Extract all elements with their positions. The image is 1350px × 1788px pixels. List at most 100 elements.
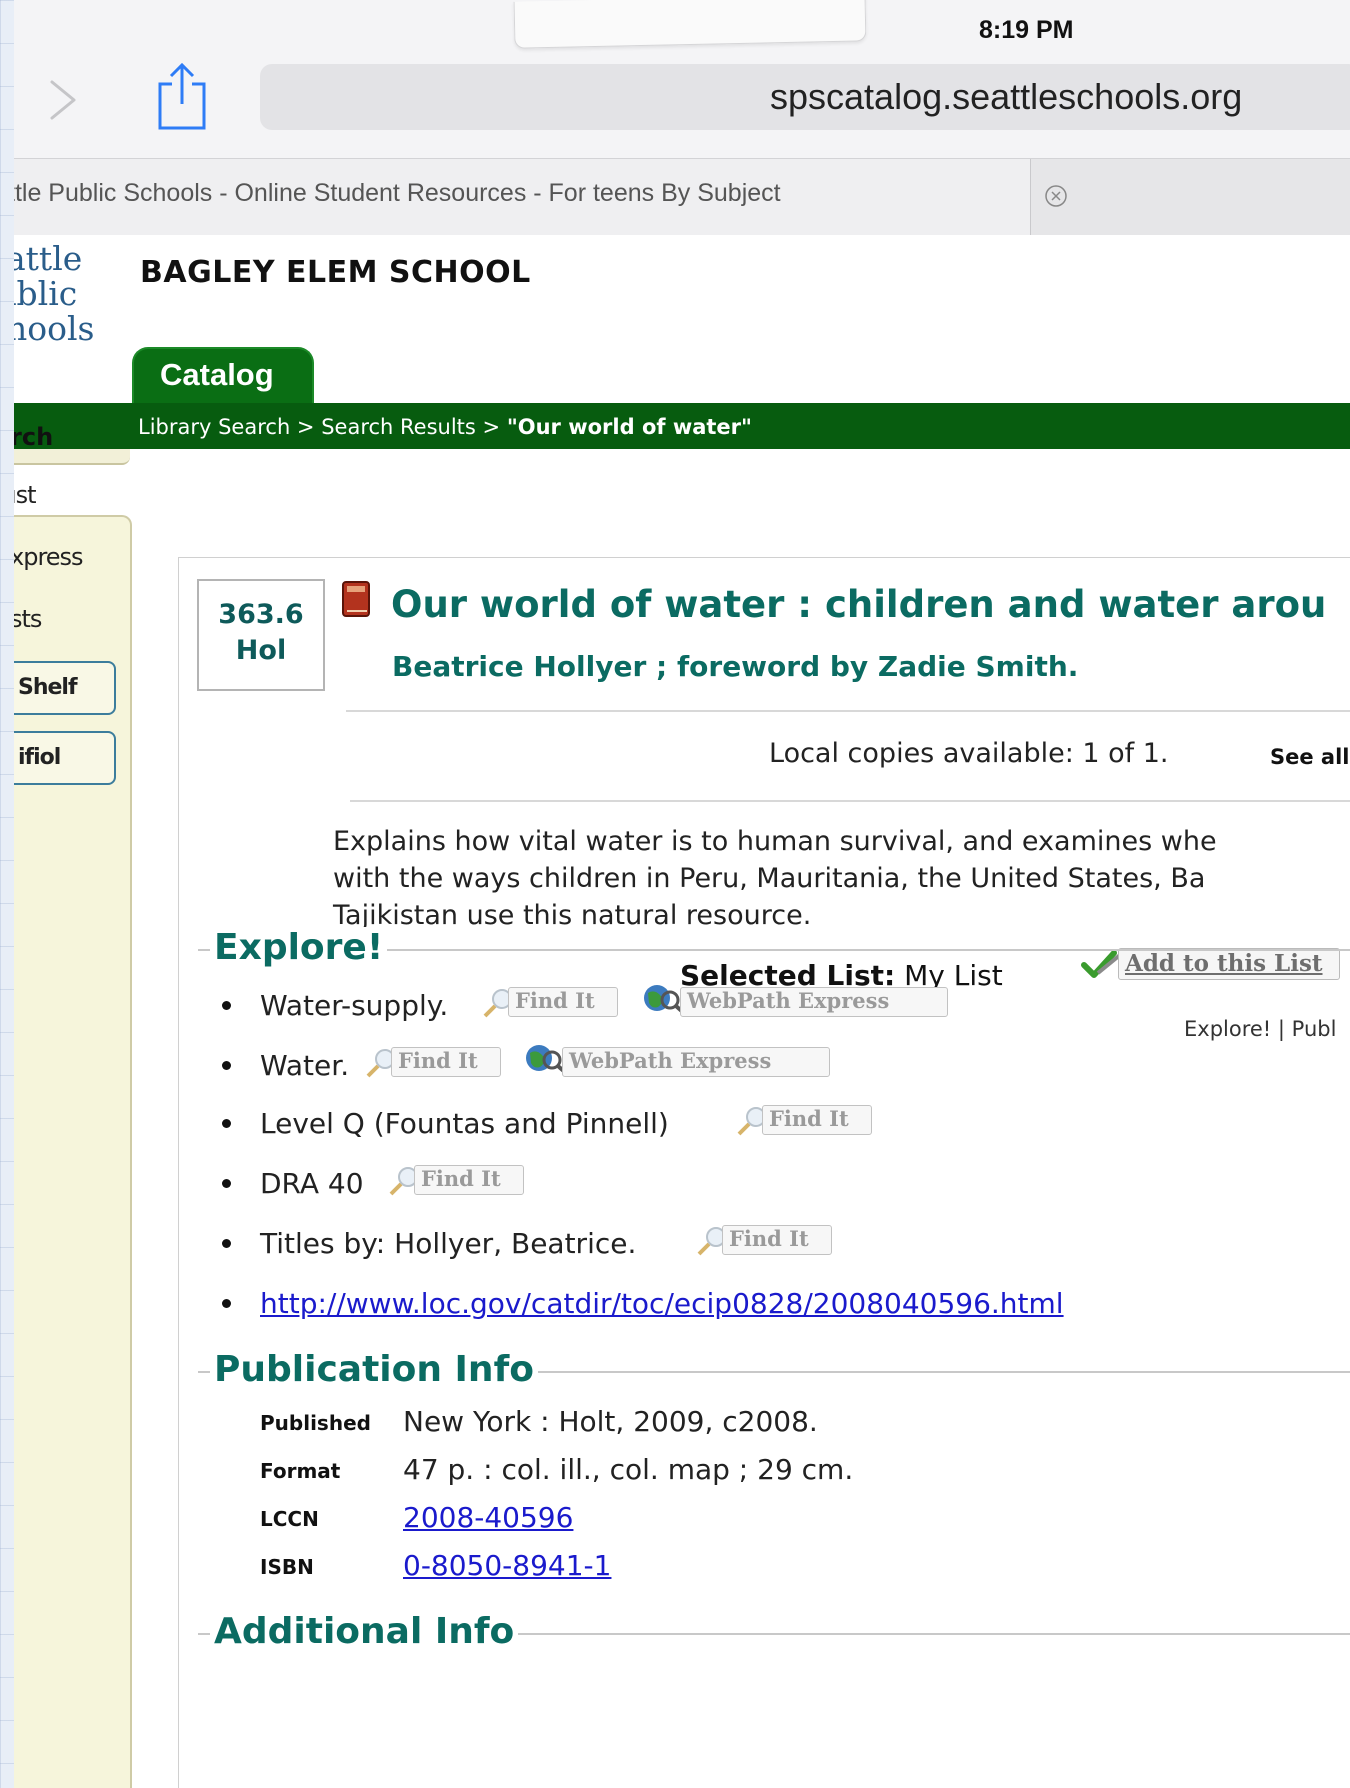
- sidebar-tab-edge: [14, 449, 130, 465]
- pub-label: LCCN: [260, 1507, 319, 1531]
- tab-catalog-label: Catalog: [160, 357, 274, 392]
- publication-section-heading: Publication Info: [198, 1349, 1350, 1390]
- district-logo[interactable]: attle ıblic hools: [14, 241, 106, 346]
- url-text: spscatalog.seattleschools.org: [770, 76, 1243, 117]
- divider: [350, 800, 1350, 802]
- pub-value: New York : Holt, 2009, c2008.: [403, 1405, 818, 1438]
- close-tab-icon[interactable]: [1041, 181, 1071, 211]
- copies-available: Local copies available: 1 of 1.: [769, 738, 1169, 769]
- webpath-label-box: WebPath Express: [562, 1047, 830, 1077]
- sidebar-item-list[interactable]: ıst: [14, 481, 37, 509]
- toc-link[interactable]: http://www.loc.gov/catdir/toc/ecip0828/2…: [260, 1287, 1064, 1320]
- additional-section-heading: Additional Info: [198, 1611, 1350, 1652]
- breadcrumb-search-results[interactable]: Search Results: [321, 415, 476, 439]
- find-it-label-box: Find It: [391, 1047, 501, 1077]
- pub-row-isbn: ISBN 0-8050-8941-1: [260, 1549, 1160, 1585]
- section-title: Publication Info: [210, 1349, 538, 1390]
- pub-label: Format: [260, 1459, 341, 1483]
- breadcrumb: Library Search > Search Results > "Our w…: [138, 415, 752, 439]
- logo-line: ıblic: [14, 274, 78, 313]
- summary-line: with the ways children in Peru, Mauritan…: [333, 863, 1206, 894]
- bullet: [222, 1119, 231, 1128]
- pub-label: ISBN: [260, 1555, 314, 1579]
- breadcrumb-library-search[interactable]: Library Search: [138, 415, 290, 439]
- list-item: Level Q (Fountas and Pinnell) Find It: [222, 1103, 922, 1147]
- sidebar-button-label: ifiol: [18, 745, 61, 770]
- tablet-screen: 8:19 PM spscatalog.seattleschools.org tt…: [14, 0, 1350, 1788]
- subject-text: Water.: [260, 1049, 350, 1082]
- page-content: attle ıblic hools BAGLEY ELEM SCHOOL Cat…: [14, 235, 1350, 1788]
- breadcrumb-separator: >: [475, 415, 507, 439]
- find-it-label: Find It: [769, 1106, 849, 1131]
- pub-label: Published: [260, 1411, 371, 1435]
- record-title[interactable]: Our world of water : children and water …: [391, 583, 1326, 626]
- browser-tab[interactable]: ttle Public Schools - Online Student Res…: [14, 159, 1031, 235]
- webpath-label: WebPath Express: [569, 1048, 772, 1073]
- school-name: BAGLEY ELEM SCHOOL: [140, 255, 531, 290]
- summary-line: Explains how vital water is to human sur…: [333, 826, 1217, 857]
- record-summary: Explains how vital water is to human sur…: [333, 823, 1350, 934]
- find-it-label: Find It: [398, 1048, 478, 1073]
- subject-text: DRA 40: [260, 1167, 364, 1200]
- isbn-link[interactable]: 0-8050-8941-1: [403, 1549, 611, 1582]
- bullet: [222, 1179, 231, 1188]
- call-number-box: 363.6 Hol: [197, 579, 325, 691]
- subject-text: Water-supply.: [260, 989, 449, 1022]
- bullet: [222, 1299, 231, 1308]
- record-author: Beatrice Hollyer ; foreword by Zadie Smi…: [392, 650, 1079, 683]
- jump-links[interactable]: Explore! | Publ: [1184, 1017, 1336, 1041]
- share-icon[interactable]: [152, 60, 212, 132]
- find-it-label-box: Find It: [414, 1165, 524, 1195]
- logo-line: hools: [14, 309, 95, 348]
- logo-line: attle: [14, 239, 83, 278]
- pub-row-published: Published New York : Holt, 2009, c2008.: [260, 1405, 1160, 1441]
- sidebar-item-webpath-express[interactable]: xpress: [14, 543, 84, 571]
- list-item: http://www.loc.gov/catdir/toc/ecip0828/2…: [222, 1283, 1222, 1327]
- list-item: Water. Find It WebPath Express: [222, 1045, 830, 1089]
- tab-title: ttle Public Schools - Online Student Res…: [14, 179, 781, 207]
- find-it-label-box: Find It: [722, 1225, 832, 1255]
- find-it-label: Find It: [729, 1226, 809, 1251]
- find-it-label: Find It: [515, 988, 595, 1013]
- address-bar[interactable]: spscatalog.seattleschools.org: [260, 64, 1350, 130]
- forward-icon[interactable]: [44, 80, 84, 120]
- list-item: Water-supply. Find It WebPath Express: [222, 985, 948, 1029]
- see-all-link[interactable]: See all: [1270, 745, 1350, 769]
- tab-bar: ttle Public Schools - Online Student Res…: [14, 158, 1350, 237]
- pub-row-format: Format 47 p. : col. ill., col. map ; 29 …: [260, 1453, 1160, 1489]
- list-item: Titles by: Hollyer, Beatrice. Find It: [222, 1223, 922, 1267]
- sidebar-button-portfolio[interactable]: ifiol: [14, 731, 116, 785]
- pub-row-lccn: LCCN 2008-40596: [260, 1501, 1160, 1537]
- sidebar-button-label: Shelf: [18, 675, 78, 700]
- find-it-label-box: Find It: [762, 1105, 872, 1135]
- sidebar-button-shelf[interactable]: Shelf: [14, 661, 116, 715]
- sidebar-item-search[interactable]: rch: [14, 423, 53, 451]
- explore-section-heading: Explore!: [198, 927, 1350, 968]
- breadcrumb-bar: Library Search > Search Results > "Our w…: [14, 403, 1350, 449]
- subject-text: Titles by: Hollyer, Beatrice.: [260, 1227, 637, 1260]
- pub-value: 47 p. : col. ill., col. map ; 29 cm.: [403, 1453, 854, 1486]
- call-number-class: 363.6: [218, 599, 304, 630]
- browser-chrome: 8:19 PM spscatalog.seattleschools.org tt…: [14, 0, 1350, 237]
- bullet: [222, 1001, 231, 1010]
- tab-catalog[interactable]: Catalog: [132, 347, 314, 407]
- call-number-cutter: Hol: [235, 635, 287, 666]
- subject-text: Level Q (Fountas and Pinnell): [260, 1107, 669, 1140]
- section-title: Additional Info: [210, 1611, 519, 1652]
- webpath-label-box: WebPath Express: [680, 987, 948, 1017]
- bullet: [222, 1061, 231, 1070]
- lccn-link[interactable]: 2008-40596: [403, 1501, 573, 1534]
- bullet: [222, 1239, 231, 1248]
- find-it-label-box: Find It: [508, 987, 618, 1017]
- book-icon: [342, 581, 370, 617]
- find-it-label: Find It: [421, 1166, 501, 1191]
- status-time: 8:19 PM: [979, 16, 1074, 44]
- list-item: DRA 40 Find It: [222, 1163, 622, 1207]
- section-title: Explore!: [210, 927, 388, 968]
- breadcrumb-current: "Our world of water": [506, 415, 752, 439]
- sidebar-item-lists[interactable]: sts: [14, 605, 42, 633]
- paper-tab: [513, 0, 867, 49]
- webpath-label: WebPath Express: [687, 988, 890, 1013]
- breadcrumb-separator: >: [290, 415, 322, 439]
- divider: [346, 710, 1350, 712]
